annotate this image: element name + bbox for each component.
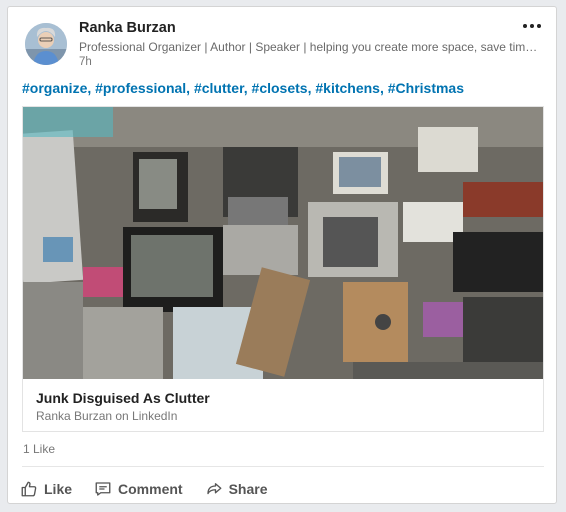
- author-headline: Professional Organizer | Author | Speake…: [79, 40, 541, 54]
- article-source: Ranka Burzan on LinkedIn: [36, 409, 178, 423]
- hashtag-separator: ,: [243, 80, 248, 96]
- like-button[interactable]: Like: [20, 480, 72, 498]
- comment-icon: [95, 482, 111, 496]
- actions-divider: [22, 466, 544, 467]
- hashtag-separator: ,: [186, 80, 191, 96]
- post-timestamp: 7h: [79, 56, 92, 68]
- comment-button[interactable]: Comment: [94, 480, 183, 498]
- share-arrow-icon: [206, 483, 222, 495]
- feed-post-card: Ranka Burzan Professional Organizer | Au…: [7, 6, 557, 504]
- article-title[interactable]: Junk Disguised As Clutter: [36, 390, 210, 406]
- hashtag-link[interactable]: #Christmas: [388, 80, 464, 96]
- hashtag-separator: ,: [379, 80, 384, 96]
- shared-article-card[interactable]: Junk Disguised As Clutter Ranka Burzan o…: [22, 106, 544, 432]
- hashtag-separator: ,: [307, 80, 312, 96]
- author-avatar[interactable]: [25, 23, 67, 65]
- thumbs-up-icon: [21, 481, 37, 497]
- hashtag-link[interactable]: #professional: [95, 80, 186, 96]
- hashtag-link[interactable]: #organize: [22, 80, 87, 96]
- article-thumbnail[interactable]: [23, 107, 543, 379]
- hashtag-link[interactable]: #clutter: [194, 80, 244, 96]
- share-button[interactable]: Share: [205, 480, 268, 498]
- hashtag-link[interactable]: #closets: [252, 80, 308, 96]
- share-label: Share: [228, 481, 268, 497]
- hashtag-separator: ,: [87, 80, 92, 96]
- more-options-icon[interactable]: [518, 17, 546, 35]
- likes-count[interactable]: 1 Like: [23, 442, 55, 456]
- hashtag-list: #organize, #professional, #clutter, #clo…: [22, 80, 464, 96]
- hashtag-link[interactable]: #kitchens: [315, 80, 380, 96]
- social-actions-bar: Like Comment Share: [20, 477, 290, 501]
- author-name[interactable]: Ranka Burzan: [79, 20, 176, 36]
- like-label: Like: [44, 481, 73, 497]
- comment-label: Comment: [118, 481, 183, 497]
